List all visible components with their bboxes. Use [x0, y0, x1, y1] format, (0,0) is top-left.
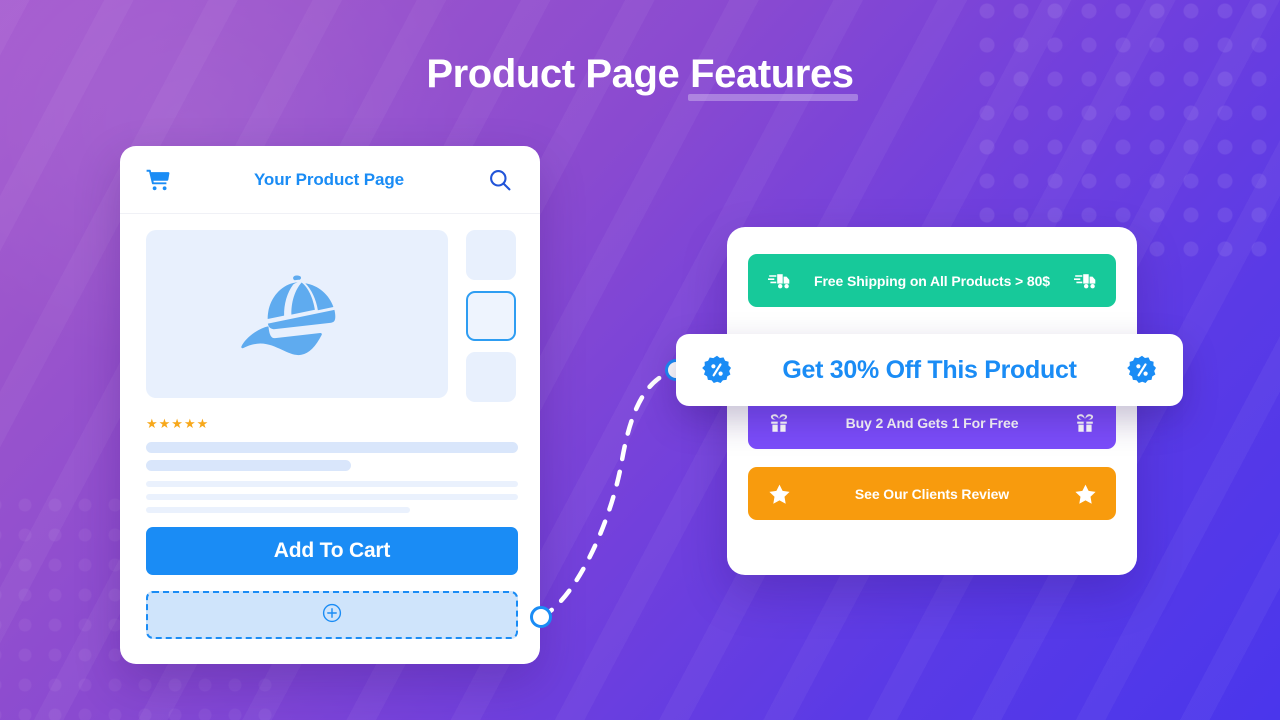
skeleton-line: [146, 460, 351, 471]
product-main-image[interactable]: [146, 230, 448, 398]
product-card: Your Product Page ★★★★★ Add To Cart: [120, 146, 540, 664]
search-icon[interactable]: [486, 166, 514, 194]
offer-label: Buy 2 And Gets 1 For Free: [845, 414, 1019, 431]
product-card-header: Your Product Page: [120, 146, 540, 214]
skeleton-line: [146, 442, 518, 453]
percent-badge-icon: [702, 355, 732, 385]
offer-free-shipping[interactable]: Free Shipping on All Products > 80$: [748, 254, 1116, 307]
delivery-truck-icon: [1074, 270, 1096, 292]
product-page-title: Your Product Page: [253, 169, 405, 189]
gift-icon: [768, 412, 790, 434]
thumbnail-2[interactable]: [466, 291, 516, 341]
star-icon: [768, 483, 790, 505]
skeleton-line: [146, 481, 518, 487]
rating-stars: ★★★★★: [146, 416, 210, 431]
page-title: Product Page Features: [426, 46, 854, 102]
background-dots-top-right: [970, 0, 1280, 260]
page-title-wrap: Product Page Features: [0, 46, 1280, 102]
product-gallery: [146, 230, 518, 402]
shopping-cart-icon[interactable]: [144, 166, 172, 194]
add-to-cart-button[interactable]: Add To Cart: [146, 527, 518, 575]
baseball-cap-icon: [238, 266, 356, 363]
product-card-body: ★★★★★ Add To Cart: [120, 214, 540, 639]
gift-icon: [1074, 412, 1096, 434]
plus-circle-icon: [322, 603, 342, 628]
discount-banner-label: Get 30% Off This Product: [782, 355, 1077, 384]
connector-node-source[interactable]: [530, 606, 552, 628]
description-skeleton: [146, 442, 518, 513]
skeleton-line: [146, 507, 411, 513]
delivery-truck-icon: [768, 270, 790, 292]
offer-clients-review[interactable]: See Our Clients Review: [748, 467, 1116, 520]
offer-label: See Our Clients Review: [854, 485, 1010, 502]
skeleton-line: [146, 494, 518, 500]
page-title-plain: Product Page: [426, 52, 691, 96]
discount-banner-card[interactable]: Get 30% Off This Product: [676, 334, 1183, 406]
product-thumbnails: [466, 230, 516, 402]
offer-label: Free Shipping on All Products > 80$: [814, 272, 1050, 289]
star-icon: [1074, 483, 1096, 505]
thumbnail-1[interactable]: [466, 230, 516, 280]
page-title-underlined: Features: [690, 52, 854, 96]
thumbnail-3[interactable]: [466, 352, 516, 402]
add-section-dropzone[interactable]: [146, 591, 518, 639]
percent-badge-icon: [1127, 355, 1157, 385]
